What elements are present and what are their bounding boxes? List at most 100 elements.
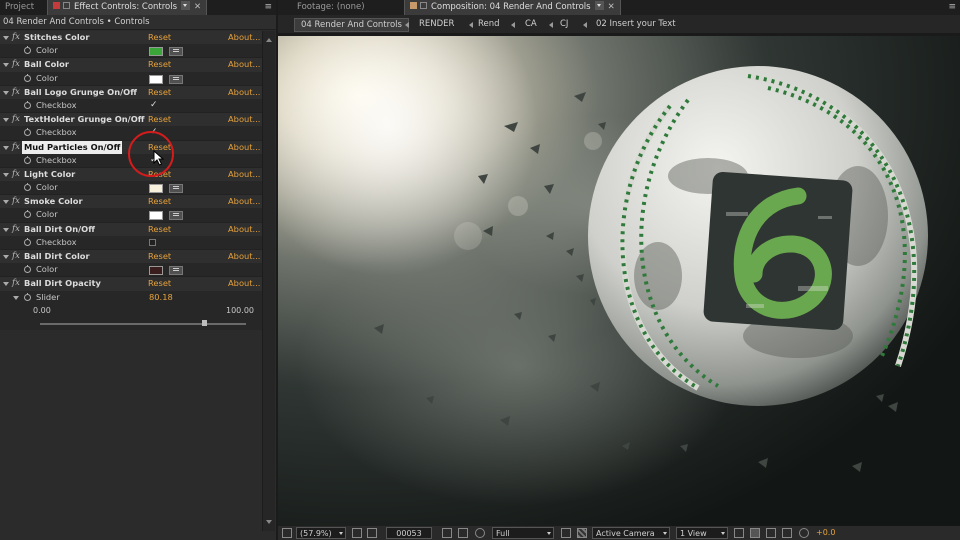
effect-row[interactable]: fx Ball Dirt On/Off Reset About... bbox=[0, 221, 262, 236]
stopwatch-icon[interactable] bbox=[24, 100, 31, 109]
reset-link[interactable]: Reset bbox=[148, 58, 171, 71]
reset-link[interactable]: Reset bbox=[148, 250, 171, 263]
color-swatch[interactable] bbox=[149, 74, 163, 84]
effect-row[interactable]: fx Ball Dirt Color Reset About... bbox=[0, 249, 262, 264]
disclosure-triangle-icon[interactable] bbox=[3, 63, 9, 70]
breadcrumb-item[interactable]: 04 Render And Controls bbox=[294, 18, 409, 32]
resolution-dropdown[interactable]: Full bbox=[492, 527, 554, 539]
panel-menu-icon[interactable]: ≡ bbox=[264, 0, 272, 15]
reset-link[interactable]: Reset bbox=[148, 31, 171, 44]
about-link[interactable]: About... bbox=[228, 113, 260, 126]
effect-row[interactable]: fx Ball Color Reset About... bbox=[0, 57, 262, 72]
effect-row[interactable]: fx Smoke Color Reset About... bbox=[0, 194, 262, 209]
disclosure-triangle-icon[interactable] bbox=[3, 36, 9, 43]
about-link[interactable]: About... bbox=[228, 195, 260, 208]
stopwatch-icon[interactable] bbox=[24, 265, 31, 274]
always-preview-icon[interactable] bbox=[282, 528, 292, 538]
effect-row[interactable]: fx TextHolder Grunge On/Off Reset About... bbox=[0, 112, 262, 127]
about-link[interactable]: About... bbox=[228, 31, 260, 44]
fx-toggle-icon[interactable]: fx bbox=[12, 31, 20, 44]
fx-toggle-icon[interactable]: fx bbox=[12, 195, 20, 208]
disclosure-triangle-icon[interactable] bbox=[3, 200, 9, 207]
exposure-value[interactable]: +0.0 bbox=[816, 527, 835, 539]
stopwatch-icon[interactable] bbox=[24, 73, 31, 82]
about-link[interactable]: About... bbox=[228, 141, 260, 154]
color-swatch[interactable] bbox=[149, 266, 163, 276]
tab-project[interactable]: Project bbox=[0, 0, 39, 15]
disclosure-triangle-icon[interactable] bbox=[3, 172, 9, 180]
stopwatch-icon[interactable] bbox=[24, 210, 31, 219]
stopwatch-icon[interactable] bbox=[24, 183, 31, 192]
disclosure-triangle-icon[interactable] bbox=[3, 227, 9, 235]
effect-name[interactable]: Ball Color bbox=[24, 58, 69, 71]
stopwatch-icon[interactable] bbox=[24, 237, 31, 246]
close-icon[interactable]: ✕ bbox=[194, 2, 201, 12]
about-link[interactable]: About... bbox=[228, 250, 260, 263]
reset-link[interactable]: Reset bbox=[148, 195, 171, 208]
disclosure-triangle-icon[interactable] bbox=[13, 295, 19, 303]
exposure-reset-icon[interactable] bbox=[799, 528, 809, 538]
camera-snapshot-icon[interactable] bbox=[442, 528, 452, 538]
scroll-up-icon[interactable] bbox=[266, 35, 272, 42]
scrollbar[interactable] bbox=[262, 31, 275, 531]
chevron-down-icon[interactable] bbox=[181, 1, 191, 10]
scroll-down-icon[interactable] bbox=[266, 520, 272, 527]
fx-toggle-icon[interactable]: fx bbox=[12, 86, 20, 99]
reset-link[interactable]: Reset bbox=[148, 223, 171, 236]
eyedropper-icon[interactable] bbox=[169, 211, 183, 221]
effect-row[interactable]: fx Light Color Reset About... bbox=[0, 166, 262, 182]
mask-icon[interactable] bbox=[367, 528, 377, 538]
breadcrumb-item[interactable]: CA bbox=[519, 18, 543, 30]
timecode-field[interactable]: 00053 bbox=[386, 527, 432, 539]
zoom-dropdown[interactable]: (57.9%) bbox=[296, 527, 346, 539]
effect-name[interactable]: Smoke Color bbox=[24, 195, 83, 208]
effect-name[interactable]: Ball Logo Grunge On/Off bbox=[24, 86, 137, 99]
breadcrumb-item[interactable]: CJ bbox=[554, 18, 574, 30]
transparency-grid-icon[interactable] bbox=[577, 528, 587, 538]
color-swatch[interactable] bbox=[149, 47, 163, 57]
eyedropper-icon[interactable] bbox=[169, 47, 183, 57]
show-snapshot-icon[interactable] bbox=[458, 528, 468, 538]
breadcrumb-item[interactable]: 02 Insert your Text bbox=[590, 18, 682, 30]
lock-icon[interactable] bbox=[420, 2, 427, 9]
effect-name[interactable]: Ball Dirt Opacity bbox=[24, 277, 101, 290]
about-link[interactable]: About... bbox=[228, 58, 260, 71]
effect-row[interactable]: fx Ball Logo Grunge On/Off Reset About... bbox=[0, 84, 262, 99]
panel-menu-icon[interactable]: ≡ bbox=[948, 0, 956, 15]
close-icon[interactable]: ✕ bbox=[608, 2, 615, 12]
stopwatch-icon[interactable] bbox=[24, 155, 31, 164]
color-swatch[interactable] bbox=[149, 184, 163, 194]
grid-icon[interactable] bbox=[352, 528, 362, 538]
region-of-interest-icon[interactable] bbox=[561, 528, 571, 538]
disclosure-triangle-icon[interactable] bbox=[3, 90, 9, 98]
fx-toggle-icon[interactable]: fx bbox=[12, 277, 20, 290]
flowchart-icon[interactable] bbox=[782, 528, 792, 538]
tab-footage[interactable]: Footage: (none) bbox=[292, 0, 370, 15]
about-link[interactable]: About... bbox=[228, 86, 260, 99]
view-layout-dropdown[interactable]: 1 View bbox=[676, 527, 728, 539]
effect-name[interactable]: TextHolder Grunge On/Off bbox=[24, 113, 144, 126]
effect-name[interactable]: Mud Particles On/Off bbox=[22, 140, 123, 154]
effect-name[interactable]: Ball Dirt Color bbox=[24, 250, 90, 263]
composition-viewer[interactable] bbox=[278, 36, 960, 526]
stopwatch-icon[interactable] bbox=[24, 46, 31, 55]
slider-track[interactable] bbox=[40, 322, 246, 325]
fx-toggle-icon[interactable]: fx bbox=[12, 250, 20, 263]
checkbox-unchecked[interactable] bbox=[149, 238, 156, 246]
breadcrumb-item[interactable]: RENDER bbox=[413, 18, 460, 30]
effect-name[interactable]: Light Color bbox=[24, 168, 75, 181]
reset-link[interactable]: Reset bbox=[148, 277, 171, 290]
eyedropper-icon[interactable] bbox=[169, 74, 183, 84]
disclosure-triangle-icon[interactable] bbox=[3, 118, 9, 125]
timeline-icon[interactable] bbox=[766, 528, 776, 538]
checkbox-checked[interactable]: ✓ bbox=[150, 99, 158, 112]
eyedropper-icon[interactable] bbox=[169, 266, 183, 276]
tab-effect-controls[interactable]: Effect Controls: Controls ✕ bbox=[47, 0, 208, 15]
eyedropper-icon[interactable] bbox=[169, 184, 183, 194]
fx-toggle-icon[interactable]: fx bbox=[12, 223, 20, 236]
fx-toggle-icon[interactable]: fx bbox=[12, 58, 20, 71]
about-link[interactable]: About... bbox=[228, 168, 260, 181]
fx-toggle-icon[interactable]: fx bbox=[12, 113, 20, 126]
reset-link[interactable]: Reset bbox=[148, 113, 171, 126]
chevron-down-icon[interactable] bbox=[594, 1, 604, 10]
